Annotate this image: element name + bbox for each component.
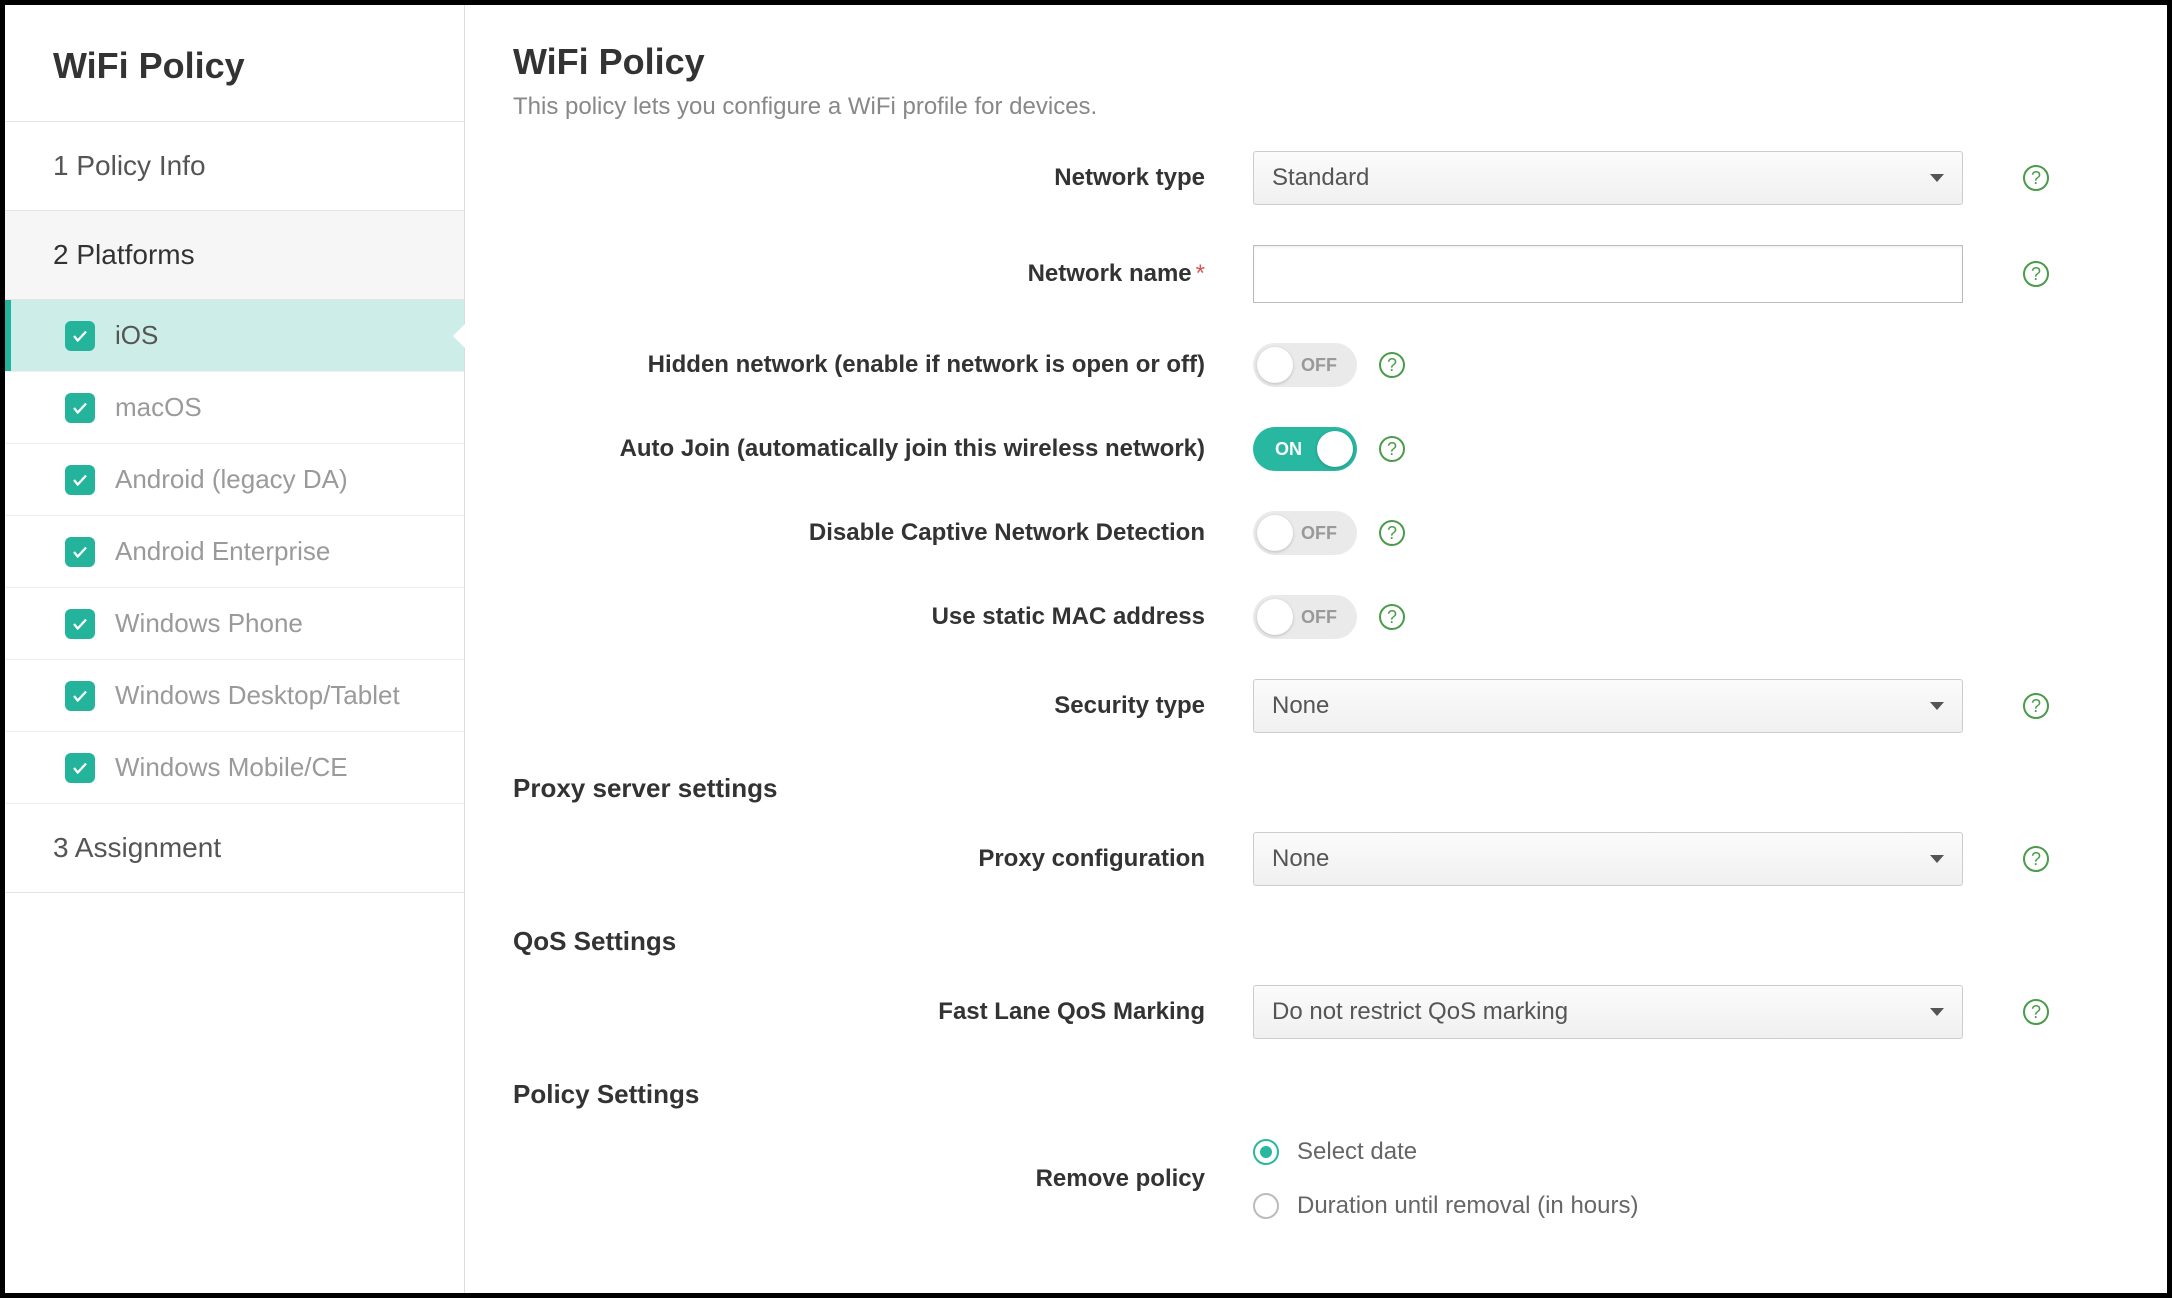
platform-label: Android (legacy DA) — [115, 464, 348, 495]
row-network-name: Network name* ? — [513, 245, 2107, 303]
label-captive-detection: Disable Captive Network Detection — [513, 519, 1253, 547]
wizard-step-assignment[interactable]: 3 Assignment — [5, 804, 464, 893]
label-remove-policy: Remove policy — [513, 1165, 1253, 1193]
select-proxy-configuration[interactable]: None — [1253, 832, 1963, 886]
toggle-knob — [1257, 515, 1293, 551]
platform-item-windows-phone[interactable]: Windows Phone — [5, 588, 464, 660]
help-icon[interactable]: ? — [1379, 604, 1405, 630]
select-value: None — [1272, 845, 1329, 873]
help-icon[interactable]: ? — [1379, 520, 1405, 546]
toggle-static-mac[interactable]: OFF — [1253, 595, 1357, 639]
label-network-type: Network type — [513, 164, 1253, 192]
row-captive-detection: Disable Captive Network Detection OFF ? — [513, 511, 2107, 555]
checkmark-icon — [65, 753, 95, 783]
toggle-state: OFF — [1301, 355, 1337, 376]
toggle-knob — [1317, 431, 1353, 467]
wizard-step-platforms[interactable]: 2 Platforms — [5, 211, 464, 300]
toggle-state: ON — [1275, 439, 1302, 460]
select-value: Do not restrict QoS marking — [1272, 998, 1568, 1026]
select-value: Standard — [1272, 164, 1369, 192]
checkmark-icon — [65, 537, 95, 567]
toggle-state: OFF — [1301, 607, 1337, 628]
radio-label: Duration until removal (in hours) — [1297, 1192, 1638, 1220]
caret-down-icon — [1930, 1008, 1944, 1016]
help-icon[interactable]: ? — [2023, 846, 2049, 872]
app-frame: WiFi Policy 1 Policy Info 2 Platforms iO… — [0, 0, 2172, 1298]
caret-down-icon — [1930, 702, 1944, 710]
radio-select-date[interactable]: Select date — [1253, 1138, 1417, 1166]
heading-policy-settings: Policy Settings — [513, 1079, 2107, 1110]
row-remove-policy: Remove policy Select date Duration until… — [513, 1138, 2107, 1220]
caret-down-icon — [1930, 855, 1944, 863]
wizard-step-label: 3 Assignment — [53, 832, 221, 864]
row-auto-join: Auto Join (automatically join this wirel… — [513, 427, 2107, 471]
radio-duration-until-removal[interactable]: Duration until removal (in hours) — [1253, 1192, 1638, 1220]
checkmark-icon — [65, 465, 95, 495]
platform-item-windows-mobile-ce[interactable]: Windows Mobile/CE — [5, 732, 464, 804]
wizard-step-policy-info[interactable]: 1 Policy Info — [5, 122, 464, 211]
platform-item-android-legacy[interactable]: Android (legacy DA) — [5, 444, 464, 516]
label-qos-marking: Fast Lane QoS Marking — [513, 998, 1253, 1026]
platform-item-windows-desktop[interactable]: Windows Desktop/Tablet — [5, 660, 464, 732]
page-title: WiFi Policy — [513, 41, 2107, 83]
page-description: This policy lets you configure a WiFi pr… — [513, 93, 2107, 121]
heading-proxy-settings: Proxy server settings — [513, 773, 2107, 804]
platform-label: Windows Desktop/Tablet — [115, 680, 400, 711]
label-static-mac: Use static MAC address — [513, 603, 1253, 631]
platform-item-ios[interactable]: iOS — [5, 300, 464, 372]
main-panel: WiFi Policy This policy lets you configu… — [465, 5, 2167, 1293]
checkmark-icon — [65, 393, 95, 423]
row-proxy-configuration: Proxy configuration None ? — [513, 832, 2107, 886]
sidebar-title: WiFi Policy — [5, 5, 464, 122]
select-qos-marking[interactable]: Do not restrict QoS marking — [1253, 985, 1963, 1039]
help-icon[interactable]: ? — [2023, 261, 2049, 287]
radio-icon — [1253, 1139, 1279, 1165]
checkmark-icon — [65, 321, 95, 351]
wizard-step-label: 2 Platforms — [53, 239, 195, 271]
toggle-knob — [1257, 347, 1293, 383]
wizard-step-label: 1 Policy Info — [53, 150, 206, 182]
help-icon[interactable]: ? — [1379, 436, 1405, 462]
label-auto-join: Auto Join (automatically join this wirel… — [513, 435, 1253, 463]
platform-item-android-enterprise[interactable]: Android Enterprise — [5, 516, 464, 588]
platform-item-macos[interactable]: macOS — [5, 372, 464, 444]
label-proxy-configuration: Proxy configuration — [513, 845, 1253, 873]
help-icon[interactable]: ? — [2023, 999, 2049, 1025]
row-hidden-network: Hidden network (enable if network is ope… — [513, 343, 2107, 387]
toggle-captive-detection[interactable]: OFF — [1253, 511, 1357, 555]
row-qos-marking: Fast Lane QoS Marking Do not restrict Qo… — [513, 985, 2107, 1039]
label-security-type: Security type — [513, 692, 1253, 720]
label-network-name: Network name* — [513, 260, 1253, 288]
toggle-state: OFF — [1301, 523, 1337, 544]
platform-label: Windows Mobile/CE — [115, 752, 348, 783]
select-value: None — [1272, 692, 1329, 720]
help-icon[interactable]: ? — [1379, 352, 1405, 378]
caret-down-icon — [1930, 174, 1944, 182]
row-security-type: Security type None ? — [513, 679, 2107, 733]
select-network-type[interactable]: Standard — [1253, 151, 1963, 205]
input-network-name[interactable] — [1253, 245, 1963, 303]
select-security-type[interactable]: None — [1253, 679, 1963, 733]
checkmark-icon — [65, 681, 95, 711]
platform-label: macOS — [115, 392, 202, 423]
row-static-mac: Use static MAC address OFF ? — [513, 595, 2107, 639]
help-icon[interactable]: ? — [2023, 693, 2049, 719]
radio-icon — [1253, 1193, 1279, 1219]
label-hidden-network: Hidden network (enable if network is ope… — [513, 351, 1253, 379]
toggle-auto-join[interactable]: ON — [1253, 427, 1357, 471]
checkmark-icon — [65, 609, 95, 639]
row-network-type: Network type Standard ? — [513, 151, 2107, 205]
toggle-knob — [1257, 599, 1293, 635]
platform-label: Windows Phone — [115, 608, 303, 639]
heading-qos-settings: QoS Settings — [513, 926, 2107, 957]
help-icon[interactable]: ? — [2023, 165, 2049, 191]
platform-label: iOS — [115, 320, 158, 351]
radio-label: Select date — [1297, 1138, 1417, 1166]
sidebar: WiFi Policy 1 Policy Info 2 Platforms iO… — [5, 5, 465, 1293]
platform-label: Android Enterprise — [115, 536, 330, 567]
toggle-hidden-network[interactable]: OFF — [1253, 343, 1357, 387]
